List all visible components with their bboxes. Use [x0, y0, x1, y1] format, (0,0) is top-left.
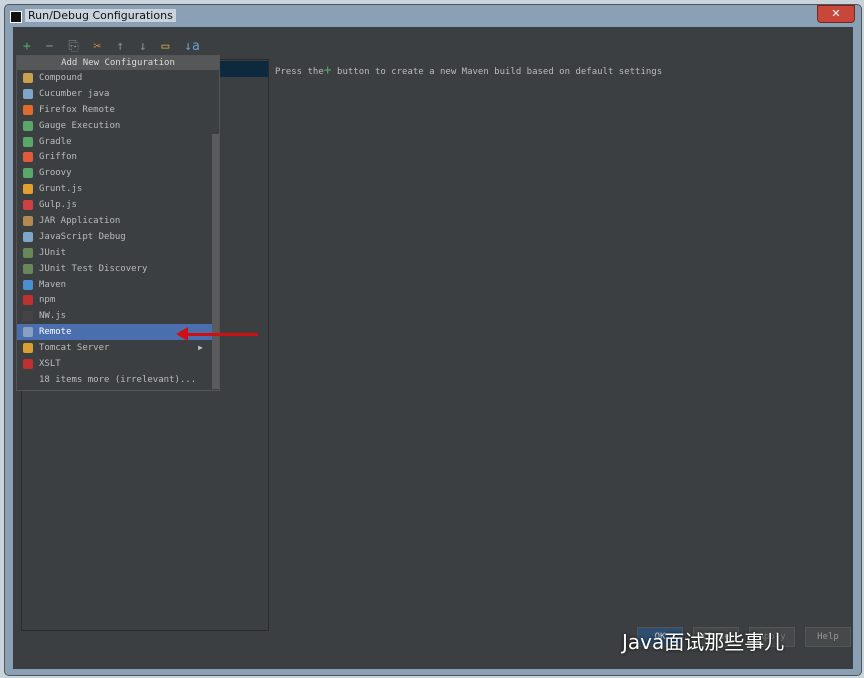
config-type-icon [23, 168, 33, 179]
popup-item-label: NW.js [39, 311, 67, 322]
popup-item-label: npm [39, 295, 56, 306]
popup-item[interactable]: Tomcat Server ▶ [17, 340, 219, 356]
intellij-icon [10, 11, 22, 23]
config-type-icon [23, 120, 33, 131]
popup-item-label: XSLT [39, 358, 61, 369]
config-type-icon [23, 184, 33, 195]
popup-item-label: Griffon [39, 152, 77, 163]
plus-icon: + [323, 63, 332, 78]
tree-selection [218, 61, 268, 77]
add-icon[interactable]: + [23, 39, 31, 54]
popup-item-label: Firefox Remote [39, 104, 115, 115]
popup-item[interactable]: Compound [17, 70, 219, 86]
popup-item[interactable]: Griffon [17, 149, 219, 165]
config-type-icon [23, 263, 33, 274]
popup-item-label: Gauge Execution [39, 120, 121, 131]
popup-item-label: Tomcat Server [39, 343, 110, 354]
config-type-icon [23, 295, 33, 306]
config-type-icon [23, 152, 33, 163]
watermark: Java面试那些事儿 [622, 630, 785, 654]
sort-icon[interactable]: ↓a [184, 39, 200, 54]
red-arrow-annotation [176, 327, 258, 341]
title-bar: Run/Debug Configurations ✕ [5, 5, 861, 27]
popup-item[interactable]: npm [17, 292, 219, 308]
popup-item[interactable]: JavaScript Debug [17, 229, 219, 245]
popup-item[interactable]: Gulp.js [17, 197, 219, 213]
submenu-arrow-icon: ▶ [198, 343, 203, 353]
popup-item-label: Groovy [39, 168, 72, 179]
popup-item-label: JAR Application [39, 215, 121, 226]
config-type-icon [23, 279, 33, 290]
popup-item[interactable]: JAR Application [17, 213, 219, 229]
popup-scrollbar[interactable] [212, 134, 219, 389]
popup-item[interactable]: Gauge Execution [17, 118, 219, 134]
popup-item[interactable]: Grunt.js [17, 181, 219, 197]
folder-icon[interactable]: ▭ [162, 39, 170, 54]
move-up-icon[interactable]: ↑ [116, 39, 124, 54]
config-type-icon [23, 104, 33, 115]
move-down-icon[interactable]: ↓ [139, 39, 147, 54]
popup-item-label: Maven [39, 279, 67, 290]
remove-icon[interactable]: − [46, 39, 54, 54]
popup-item-label: Remote [39, 327, 72, 338]
popup-item[interactable]: JUnit [17, 245, 219, 261]
popup-item-label: JUnit [39, 247, 67, 258]
popup-item[interactable]: Gradle [17, 134, 219, 150]
popup-item-label: JUnit Test Discovery [39, 263, 148, 274]
toolbar: + − ⎘ ✂ ↑ ↓ ▭ ↓a [23, 39, 207, 54]
config-type-icon [23, 343, 33, 354]
popup-item-label: Compound [39, 72, 83, 83]
popup-item[interactable]: JUnit Test Discovery [17, 261, 219, 277]
popup-item-label: Gulp.js [39, 200, 77, 211]
popup-item-label: Gradle [39, 136, 72, 147]
popup-item[interactable]: Groovy [17, 165, 219, 181]
popup-item-label: JavaScript Debug [39, 231, 126, 242]
config-type-icon [23, 247, 33, 258]
popup-item[interactable]: Maven [17, 277, 219, 293]
popup-item[interactable]: Firefox Remote [17, 102, 219, 118]
popup-item[interactable]: 18 items more (irrelevant)... [17, 372, 219, 388]
config-type-icon [23, 215, 33, 226]
config-type-icon [23, 375, 33, 385]
popup-item[interactable]: Cucumber java [17, 86, 219, 102]
config-type-icon [23, 200, 33, 211]
edit-defaults-icon[interactable]: ✂ [94, 39, 102, 54]
config-type-icon [23, 327, 33, 338]
config-type-icon [23, 311, 33, 322]
popup-item[interactable]: XSLT [17, 356, 219, 372]
popup-item-label: Cucumber java [39, 88, 110, 99]
popup-item[interactable]: NW.js [17, 308, 219, 324]
config-type-icon [23, 231, 33, 242]
popup-item-label: Grunt.js [39, 184, 83, 195]
help-button[interactable]: Help [805, 627, 851, 647]
add-configuration-popup: Add New Configuration Compound Cucumber j… [16, 55, 220, 391]
copy-icon[interactable]: ⎘ [68, 39, 78, 54]
config-type-icon [23, 358, 33, 369]
close-window-button[interactable]: ✕ [817, 5, 855, 23]
config-type-icon [23, 136, 33, 147]
popup-header: Add New Configuration [17, 56, 219, 70]
config-type-icon [23, 88, 33, 99]
window-title: Run/Debug Configurations [25, 9, 176, 22]
hint-message: Press the+ button to create a new Maven … [275, 63, 663, 78]
config-type-icon [23, 72, 33, 83]
popup-item-label: 18 items more (irrelevant)... [39, 374, 197, 385]
